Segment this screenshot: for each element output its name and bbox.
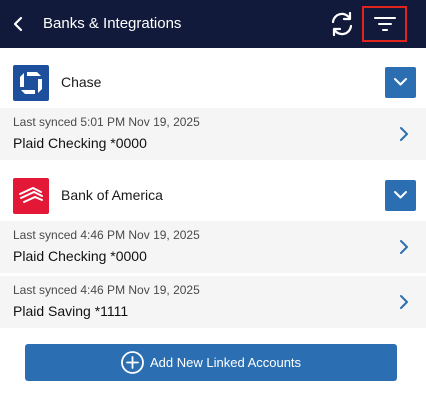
chevron-left-icon	[13, 16, 23, 32]
chevron-down-icon	[394, 191, 407, 199]
app-header: Banks & Integrations	[0, 0, 426, 48]
refresh-icon	[331, 11, 353, 37]
filter-icon	[374, 17, 396, 31]
last-synced-text: Last synced 4:46 PM Nov 19, 2025	[13, 283, 200, 297]
account-row[interactable]: Last synced 4:46 PM Nov 19, 2025 Plaid S…	[0, 276, 426, 328]
bank-header-chase: Chase	[0, 55, 426, 111]
account-row[interactable]: Last synced 4:46 PM Nov 19, 2025 Plaid C…	[0, 221, 426, 273]
account-row[interactable]: Last synced 5:01 PM Nov 19, 2025 Plaid C…	[0, 108, 426, 160]
back-button[interactable]	[8, 12, 30, 36]
page-title: Banks & Integrations	[43, 15, 182, 32]
refresh-button[interactable]	[328, 10, 356, 38]
account-name: Plaid Checking *0000	[13, 248, 147, 264]
add-linked-accounts-button[interactable]: Add New Linked Accounts	[25, 344, 397, 381]
account-name: Plaid Checking *0000	[13, 135, 147, 151]
add-button-label: Add New Linked Accounts	[150, 355, 302, 370]
account-name: Plaid Saving *1111	[13, 303, 129, 319]
chevron-down-icon	[394, 78, 407, 86]
last-synced-text: Last synced 4:46 PM Nov 19, 2025	[13, 228, 200, 242]
chase-logo	[13, 65, 49, 101]
plus-circle-icon	[121, 351, 144, 374]
bank-name: Chase	[61, 74, 102, 90]
last-synced-text: Last synced 5:01 PM Nov 19, 2025	[13, 115, 200, 129]
expand-bank-button[interactable]	[385, 67, 416, 98]
bank-of-america-logo	[13, 178, 49, 214]
bank-name: Bank of America	[61, 187, 163, 203]
chevron-right-icon	[400, 240, 408, 254]
bank-header-bank-of-america: Bank of America	[0, 168, 426, 224]
filter-button[interactable]	[362, 6, 407, 42]
chevron-right-icon	[400, 295, 408, 309]
expand-bank-button[interactable]	[385, 180, 416, 211]
chevron-right-icon	[400, 127, 408, 141]
